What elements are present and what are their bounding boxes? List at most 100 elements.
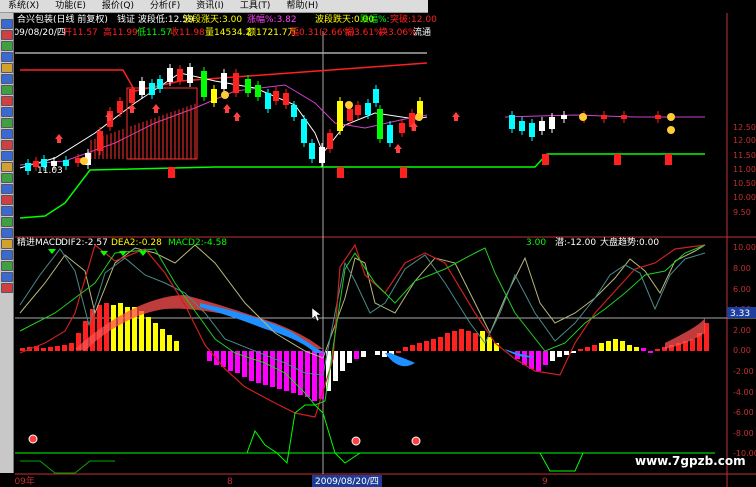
macd-histogram-bar bbox=[424, 341, 429, 351]
down-arrow-icon bbox=[100, 251, 108, 256]
candle-body bbox=[319, 147, 325, 163]
quote-amplitude: 振3.61% bbox=[345, 26, 383, 38]
menu-tools[interactable]: 工具(T) bbox=[232, 0, 279, 13]
macd-histogram-bar bbox=[284, 351, 289, 391]
menu-help[interactable]: 帮助(H) bbox=[278, 0, 326, 13]
signal-bar bbox=[168, 167, 175, 178]
quote-close: 收11.98 bbox=[170, 26, 205, 38]
toolbar-button[interactable] bbox=[1, 30, 13, 40]
candle-body bbox=[117, 101, 123, 113]
signal-bar bbox=[400, 167, 407, 178]
range-pct: 涨幅%:3.82 bbox=[247, 13, 297, 25]
toolbar-button[interactable] bbox=[1, 85, 13, 95]
toolbar-button[interactable] bbox=[1, 250, 13, 260]
candle-body bbox=[211, 89, 217, 103]
toolbar-button[interactable] bbox=[1, 162, 13, 172]
macd-histogram-bar bbox=[620, 341, 625, 351]
toolbar-button[interactable] bbox=[1, 118, 13, 128]
macd-histogram-bar bbox=[375, 351, 380, 355]
macd-histogram-bar bbox=[431, 339, 436, 351]
macd-dea: DEA2:-0.28 bbox=[111, 238, 162, 248]
toolbar-button[interactable] bbox=[1, 261, 13, 271]
toolbar-button[interactable] bbox=[1, 283, 13, 293]
macd-histogram-bar bbox=[20, 348, 25, 351]
toolbar-button[interactable] bbox=[1, 217, 13, 227]
signal-line-3 bbox=[20, 460, 115, 474]
toolbar-button[interactable] bbox=[1, 228, 13, 238]
cursor-value: 3.33 bbox=[730, 309, 750, 319]
candle-body bbox=[377, 109, 383, 139]
menu-system[interactable]: 系统(X) bbox=[0, 0, 47, 13]
up-arrow-icon bbox=[452, 112, 460, 121]
macd-histogram-bar bbox=[606, 341, 611, 351]
toolbar-button[interactable] bbox=[1, 19, 13, 29]
menu-info[interactable]: 资讯(I) bbox=[188, 0, 232, 13]
macd-histogram-bar bbox=[291, 351, 296, 393]
toolbar-button[interactable] bbox=[1, 140, 13, 150]
menu-analysis[interactable]: 分析(F) bbox=[142, 0, 188, 13]
macd-histogram-bar bbox=[473, 333, 478, 351]
up-arrow-icon bbox=[55, 134, 63, 143]
quote-date: 2009/08/20/四 bbox=[15, 28, 66, 38]
macd-tick: -4.00 bbox=[733, 388, 754, 397]
price-tick: 10.50 bbox=[733, 179, 756, 188]
toolbar-button[interactable] bbox=[1, 96, 13, 106]
toolbar-button[interactable] bbox=[1, 107, 13, 117]
toolbar-button[interactable] bbox=[1, 173, 13, 183]
macd-tick: 6.00 bbox=[733, 285, 751, 294]
toolbar-button[interactable] bbox=[1, 206, 13, 216]
toolbar-button[interactable] bbox=[1, 41, 13, 51]
macd-tick: 10.00 bbox=[733, 243, 756, 252]
wave-up-days: 波段涨天:3.00 bbox=[183, 13, 242, 25]
menu-quote[interactable]: 报价(Q) bbox=[94, 0, 142, 13]
candle-body bbox=[273, 91, 279, 101]
signal-bar bbox=[337, 167, 344, 178]
quote-tail: 流通 bbox=[413, 26, 431, 38]
macd-value: MACD2:-4.58 bbox=[168, 238, 227, 248]
toolbar-button[interactable] bbox=[1, 151, 13, 161]
macd-histogram-bar bbox=[529, 351, 534, 369]
toolbar-button[interactable] bbox=[1, 239, 13, 249]
toolbar-button[interactable] bbox=[1, 272, 13, 282]
toolbar-button[interactable] bbox=[1, 195, 13, 205]
candle-body bbox=[97, 131, 103, 151]
macd-histogram-bar bbox=[153, 323, 158, 351]
macd-histogram-bar bbox=[174, 341, 179, 351]
menu-function[interactable]: 功能(E) bbox=[47, 0, 94, 13]
signal-bar bbox=[614, 154, 621, 165]
macd-histogram-bar bbox=[340, 351, 345, 371]
macd-histogram-bar bbox=[480, 331, 485, 351]
toolbar-button[interactable] bbox=[1, 63, 13, 73]
signal-line bbox=[246, 404, 361, 465]
candle-body bbox=[255, 85, 261, 97]
macd-histogram-bar bbox=[396, 351, 401, 353]
macd-histogram-bar bbox=[655, 349, 660, 351]
signal-coin bbox=[221, 91, 229, 99]
toolbar-button[interactable] bbox=[1, 52, 13, 62]
price-tick: 9.50 bbox=[733, 208, 751, 217]
price-tick: 11.00 bbox=[733, 165, 756, 174]
toolbar-button[interactable] bbox=[1, 74, 13, 84]
low-price-label: 11.03 bbox=[37, 166, 63, 176]
macd-histogram-bar bbox=[466, 331, 471, 351]
macd-histogram-bar bbox=[536, 351, 541, 371]
macd-tick: 0.00 bbox=[733, 346, 751, 355]
macd-histogram-bar bbox=[160, 329, 165, 351]
candle-body bbox=[387, 125, 393, 143]
up-arrow-icon bbox=[394, 144, 402, 153]
macd-histogram-bar bbox=[48, 347, 53, 351]
macd-histogram-bar bbox=[578, 349, 583, 351]
up-arrow-icon bbox=[233, 112, 241, 121]
stock-chart[interactable]: 合兴包装(日线 前复权) 钱证 波段低:12.59 波段涨天:3.00 涨幅%:… bbox=[15, 13, 756, 487]
macd-histogram-bar bbox=[627, 345, 632, 351]
macd-histogram-bar bbox=[354, 351, 359, 359]
toolbar-button[interactable] bbox=[1, 184, 13, 194]
macd-histogram-bar bbox=[410, 345, 415, 351]
chart-area[interactable]: 合兴包装(日线 前复权) 钱证 波段低:12.59 波段涨天:3.00 涨幅%:… bbox=[15, 13, 756, 487]
date-cursor: 2009/08/20/四 bbox=[315, 477, 379, 487]
toolbar-button[interactable] bbox=[1, 129, 13, 139]
macd-histogram-bar bbox=[522, 351, 527, 365]
signal-ball-icon bbox=[28, 434, 38, 444]
macd-histogram-bar bbox=[557, 351, 562, 357]
macd-histogram-bar bbox=[690, 339, 695, 351]
